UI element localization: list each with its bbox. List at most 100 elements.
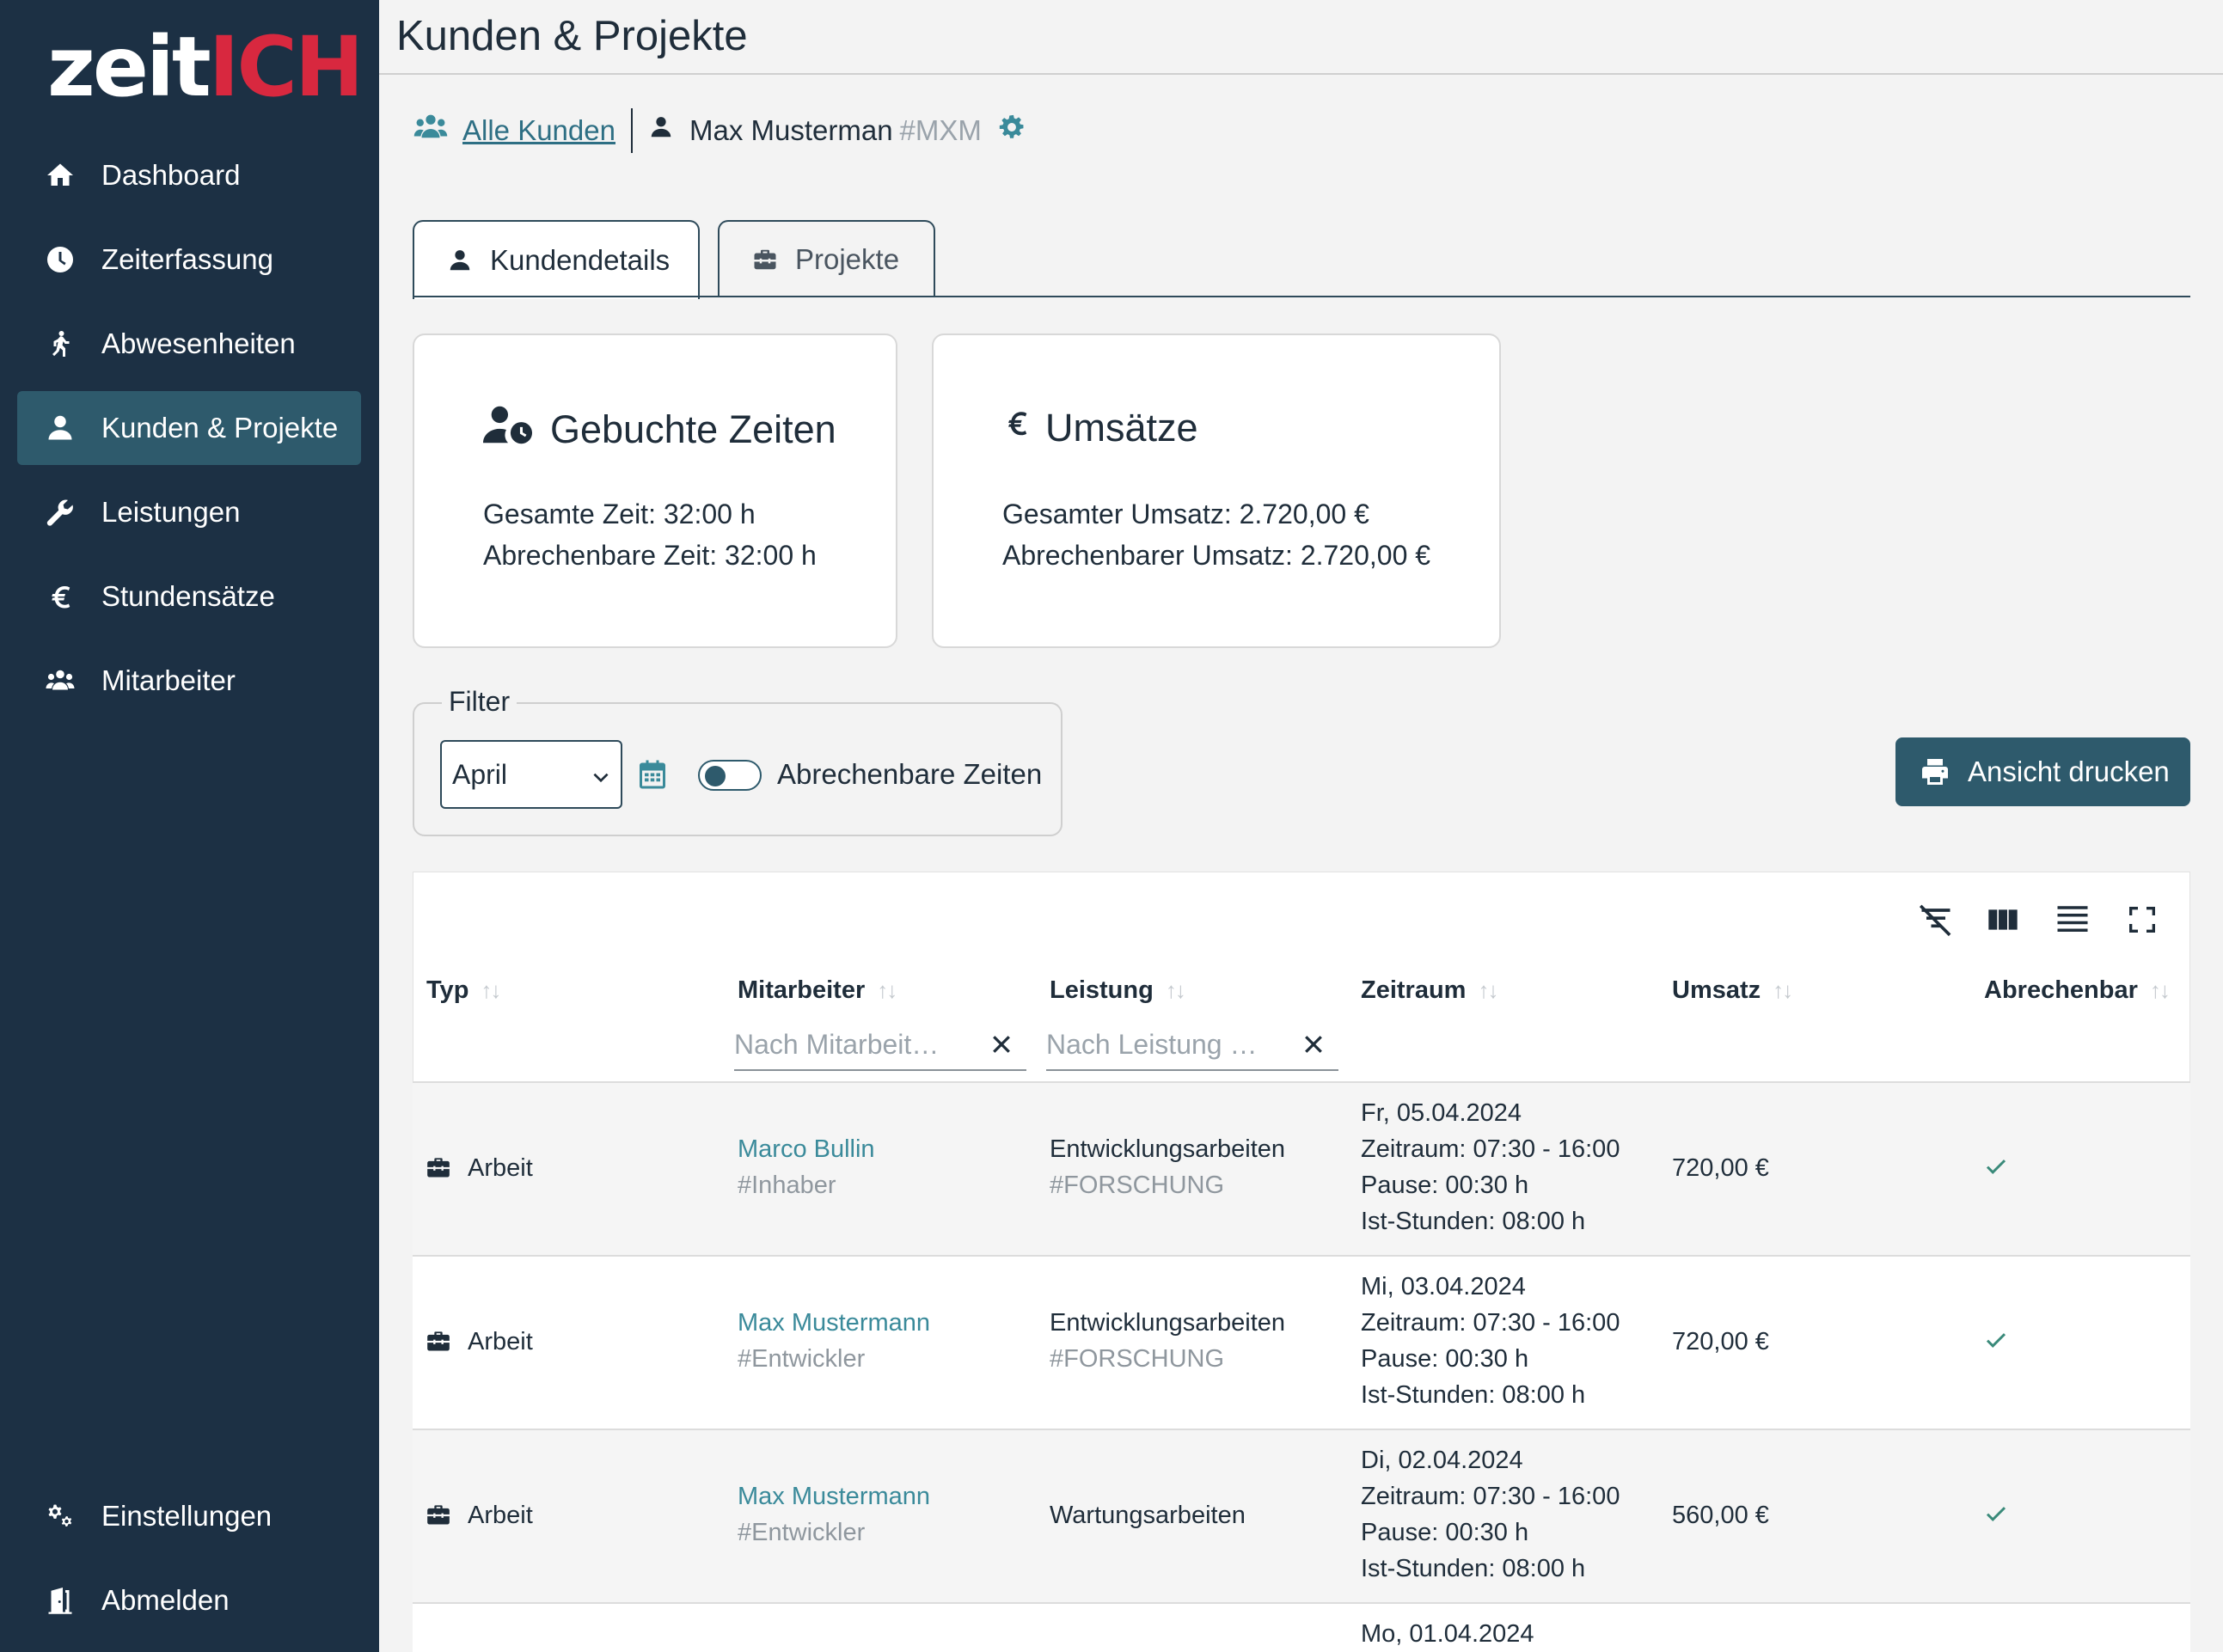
table-row[interactable]: Mo, 01.04.2024 bbox=[413, 1604, 2190, 1652]
calendar-icon[interactable] bbox=[640, 760, 665, 793]
employee-link[interactable]: Max Mustermann bbox=[738, 1478, 930, 1514]
billable-toggle[interactable] bbox=[698, 760, 762, 791]
sidebar-item-abmelden[interactable]: Abmelden bbox=[17, 1563, 361, 1637]
sidebar-item-label: Mitarbeiter bbox=[101, 664, 236, 696]
sidebar-item-einstellungen[interactable]: Einstellungen bbox=[17, 1479, 361, 1553]
employee-cell: Marco Bullin #Inhaber bbox=[738, 1131, 875, 1203]
sidebar-item-label: Einstellungen bbox=[101, 1500, 273, 1532]
month-select[interactable]: April bbox=[440, 740, 622, 809]
briefcase-icon bbox=[427, 1505, 450, 1525]
close-icon[interactable] bbox=[989, 1031, 1014, 1062]
clear-filter-icon[interactable] bbox=[1917, 901, 1955, 943]
employee-cell: Max Mustermann #Entwickler bbox=[738, 1478, 930, 1551]
sidebar-item-zeiterfassung[interactable]: Zeiterfassung bbox=[17, 223, 361, 297]
service-filter bbox=[1046, 1019, 1338, 1071]
filter-legend: Filter bbox=[442, 686, 517, 718]
column-header-typ[interactable]: Typ ↑↓ bbox=[426, 976, 501, 1005]
column-header-abrechenbar[interactable]: Abrechenbar ↑↓ bbox=[1984, 976, 2171, 1005]
employee-role: #Entwickler bbox=[738, 1345, 866, 1373]
revenue-cell: 720,00 € bbox=[1672, 1328, 1769, 1355]
booked-times-card: Gebuchte Zeiten Gesamte Zeit: 32:00 h Ab… bbox=[413, 333, 897, 648]
check-icon bbox=[1982, 1153, 2010, 1190]
tab-projekte[interactable]: Projekte bbox=[718, 220, 935, 297]
sort-icon[interactable]: ↑↓ bbox=[2150, 977, 2171, 1004]
employee-link[interactable]: Marco Bullin bbox=[738, 1131, 875, 1167]
home-icon bbox=[43, 158, 77, 193]
sort-icon[interactable]: ↑↓ bbox=[1773, 977, 1793, 1004]
period-cell: Mi, 03.04.2024 Zeitraum: 07:30 - 16:00 P… bbox=[1361, 1269, 1620, 1413]
actual-hours: Ist-Stunden: 08:00 h bbox=[1361, 1208, 1586, 1235]
tab-kundendetails[interactable]: Kundendetails bbox=[413, 220, 700, 299]
break: Pause: 00:30 h bbox=[1361, 1519, 1529, 1546]
table-row[interactable]: Arbeit Marco Bullin #Inhaber Entwicklung… bbox=[413, 1083, 2190, 1257]
time-range: Zeitraum: 07:30 - 16:00 bbox=[1361, 1309, 1620, 1337]
column-header-zeitraum[interactable]: Zeitraum ↑↓ bbox=[1361, 976, 1498, 1005]
sidebar-item-kunden-projekte[interactable]: Kunden & Projekte bbox=[17, 391, 361, 465]
service-filter-input[interactable] bbox=[1046, 1028, 1278, 1061]
print-view-button[interactable]: Ansicht drucken bbox=[1895, 737, 2190, 806]
sidebar-item-leistungen[interactable]: Leistungen bbox=[17, 475, 361, 549]
tabs-underline bbox=[413, 296, 2190, 297]
columns-icon[interactable] bbox=[1986, 901, 2020, 943]
column-header-umsatz[interactable]: Umsatz ↑↓ bbox=[1672, 976, 1793, 1005]
sidebar-item-label: Stundensätze bbox=[101, 580, 275, 612]
period-cell: Fr, 05.04.2024 Zeitraum: 07:30 - 16:00 P… bbox=[1361, 1095, 1620, 1239]
clock-icon bbox=[43, 242, 77, 277]
employee-filter-input[interactable] bbox=[734, 1028, 966, 1061]
column-header-mitarbeiter[interactable]: Mitarbeiter ↑↓ bbox=[738, 976, 897, 1005]
gear-icon[interactable] bbox=[997, 113, 1026, 149]
density-icon[interactable] bbox=[2055, 901, 2091, 943]
revenue-cell: 560,00 € bbox=[1672, 1502, 1769, 1529]
break: Pause: 00:30 h bbox=[1361, 1345, 1529, 1373]
employee-cell: Max Mustermann #Entwickler bbox=[738, 1305, 930, 1377]
employee-link[interactable]: Max Mustermann bbox=[738, 1305, 930, 1341]
euro-icon bbox=[43, 579, 77, 614]
employee-role: #Entwickler bbox=[738, 1519, 866, 1546]
check-icon bbox=[1982, 1327, 2010, 1363]
date: Fr, 05.04.2024 bbox=[1361, 1099, 1522, 1127]
period-cell: Mo, 01.04.2024 bbox=[1361, 1616, 1534, 1652]
app-logo[interactable]: zeitICH bbox=[47, 26, 364, 108]
check-icon bbox=[1982, 1501, 2010, 1537]
date: Di, 02.04.2024 bbox=[1361, 1447, 1523, 1474]
print-view-label: Ansicht drucken bbox=[1968, 756, 2170, 787]
close-icon[interactable] bbox=[1301, 1031, 1326, 1062]
sort-icon[interactable]: ↑↓ bbox=[481, 977, 501, 1004]
user-icon bbox=[450, 250, 470, 271]
user-icon bbox=[648, 113, 674, 149]
all-customers-link[interactable]: Alle Kunden bbox=[462, 114, 615, 147]
sort-icon[interactable]: ↑↓ bbox=[1478, 977, 1498, 1004]
sidebar-item-dashboard[interactable]: Dashboard bbox=[17, 138, 361, 212]
wrench-icon bbox=[43, 495, 77, 529]
user-clock-icon bbox=[483, 404, 550, 455]
sidebar-item-abwesenheiten[interactable]: Abwesenheiten bbox=[17, 307, 361, 381]
column-header-leistung[interactable]: Leistung ↑↓ bbox=[1050, 976, 1186, 1005]
users-icon bbox=[413, 112, 449, 150]
service-cell: Wartungsarbeiten bbox=[1050, 1497, 1246, 1533]
sort-icon[interactable]: ↑↓ bbox=[877, 977, 897, 1004]
typ-cell: Arbeit bbox=[426, 1497, 533, 1533]
sidebar-item-stundensaetze[interactable]: Stundensätze bbox=[17, 560, 361, 633]
table-row[interactable]: Arbeit Max Mustermann #Entwickler Entwic… bbox=[413, 1257, 2190, 1430]
sidebar-item-label: Zeiterfassung bbox=[101, 243, 273, 275]
service-cell: Entwicklungsarbeiten #FORSCHUNG bbox=[1050, 1305, 1285, 1377]
service-tag: #FORSCHUNG bbox=[1050, 1345, 1225, 1373]
actual-hours: Ist-Stunden: 08:00 h bbox=[1361, 1555, 1586, 1582]
card-title: Umsätze bbox=[1002, 404, 1198, 451]
service-tag: #FORSCHUNG bbox=[1050, 1172, 1225, 1199]
sidebar-item-mitarbeiter[interactable]: Mitarbeiter bbox=[17, 644, 361, 718]
fullscreen-icon[interactable] bbox=[2125, 901, 2159, 943]
billable-revenue: Abrechenbarer Umsatz: 2.720,00 € bbox=[1002, 540, 1431, 571]
period-cell: Di, 02.04.2024 Zeitraum: 07:30 - 16:00 P… bbox=[1361, 1442, 1620, 1587]
month-select-value: April bbox=[452, 758, 508, 790]
gears-icon bbox=[43, 1499, 77, 1533]
card-title: Gebuchte Zeiten bbox=[483, 404, 836, 455]
date: Mo, 01.04.2024 bbox=[1361, 1620, 1534, 1648]
walking-icon bbox=[43, 327, 77, 361]
date: Mi, 03.04.2024 bbox=[1361, 1273, 1526, 1300]
table-row[interactable]: Arbeit Max Mustermann #Entwickler Wartun… bbox=[413, 1430, 2190, 1604]
sort-icon[interactable]: ↑↓ bbox=[1166, 977, 1186, 1004]
door-icon bbox=[43, 1583, 77, 1618]
breadcrumb: Alle Kunden Max Musterman #MXM bbox=[413, 105, 1026, 156]
sidebar-item-label: Dashboard bbox=[101, 159, 241, 191]
